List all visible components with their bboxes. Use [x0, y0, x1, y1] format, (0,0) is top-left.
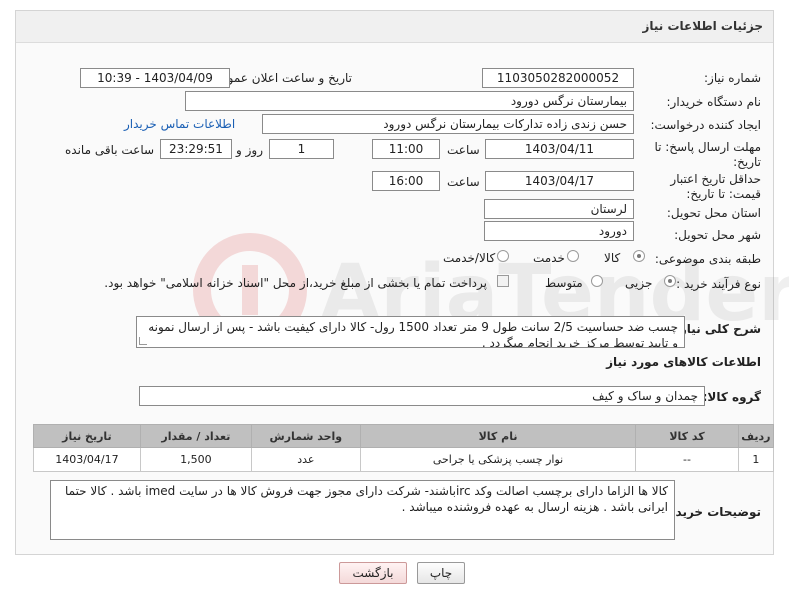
contact-info-link[interactable]: اطلاعات تماس خریدار [124, 117, 235, 131]
category-label: طبقه بندی موضوعی: [654, 252, 761, 266]
process-label: نوع فرآیند خرید : [676, 277, 761, 291]
resize-grip-icon[interactable] [139, 337, 147, 345]
cell-name: نوار چسب پزشکی یا جراحی [359, 447, 637, 472]
goods-group-label: گروه کالا: [702, 390, 761, 404]
description-text: چسب ضد حساسیت 2/5 سانت طول 9 متر تعداد 1… [148, 320, 678, 348]
col-code-header: کد کالا [635, 424, 739, 448]
category-both-label: کالا/خدمت [443, 251, 496, 265]
remaining-label: ساعت باقی مانده [65, 143, 155, 157]
items-table: ردیف کد کالا نام کالا واحد شمارش تعداد /… [33, 424, 775, 472]
buyer-org-label: نام دستگاه خریدار: [666, 95, 762, 109]
cell-qty: 1,500 [139, 447, 252, 472]
city-label: شهر محل تحویل: [674, 228, 761, 242]
back-button[interactable]: بازگشت [339, 562, 407, 584]
goods-group-field[interactable]: چمدان و ساک و کیف [139, 386, 705, 406]
price-validity-label: حداقل تاریخ اعتبار قیمت: تا تاریخ: [670, 172, 761, 201]
treasury-payment-note: پرداخت تمام یا بخشی از مبلغ خرید،از محل … [104, 276, 487, 290]
days-and-label: روز و [236, 143, 263, 157]
category-service-label: خدمت [533, 251, 565, 265]
city-field[interactable]: دورود [484, 221, 634, 241]
cell-row: 1 [737, 447, 775, 472]
table-header-row: ردیف کد کالا نام کالا واحد شمارش تعداد /… [33, 424, 775, 448]
validity-time-label: ساعت [447, 175, 480, 189]
validity-time-field[interactable]: 16:00 [372, 171, 440, 191]
cell-date: 1403/04/17 [33, 447, 141, 472]
category-service-radio[interactable] [567, 250, 579, 262]
goods-section-title: اطلاعات کالاهای مورد نیاز [606, 355, 761, 369]
need-number-field[interactable]: 1103050282000052 [482, 68, 634, 88]
validity-date-field[interactable]: 1403/04/17 [485, 171, 634, 191]
print-button[interactable]: چاپ [417, 562, 465, 584]
process-medium-radio[interactable] [591, 275, 603, 287]
category-both-radio[interactable] [497, 250, 509, 262]
col-date-header: تاریخ نیاز [33, 424, 141, 448]
description-textarea[interactable]: چسب ضد حساسیت 2/5 سانت طول 9 متر تعداد 1… [136, 316, 685, 348]
buyer-notes-textarea[interactable]: کالا ها الزاما دارای برچسب اصالت وکد irc… [50, 480, 675, 540]
category-goods-label: کالا [604, 251, 621, 265]
treasury-payment-checkbox[interactable] [497, 275, 509, 287]
col-qty-header: تعداد / مقدار [139, 424, 252, 448]
reply-time-field[interactable]: 11:00 [372, 139, 440, 159]
reply-date-field[interactable]: 1403/04/11 [485, 139, 634, 159]
announce-field[interactable]: 1403/04/09 - 10:39 [80, 68, 230, 88]
requester-label: ایجاد کننده درخواست: [650, 118, 761, 132]
reply-deadline-label: مهلت ارسال پاسخ: تا تاریخ: [654, 140, 761, 169]
panel-title: جزئیات اطلاعات نیاز [16, 11, 773, 43]
buyer-notes-text: کالا ها الزاما دارای برچسب اصالت وکد irc… [64, 484, 668, 514]
reply-time-label: ساعت [447, 143, 480, 157]
col-unit-header: واحد شمارش [250, 424, 361, 448]
province-field[interactable]: لرستان [484, 199, 634, 219]
col-name-header: نام کالا [359, 424, 637, 448]
category-goods-radio[interactable] [633, 250, 645, 262]
description-label: شرح کلی نیاز: [675, 322, 761, 336]
province-label: استان محل تحویل: [666, 206, 761, 220]
requester-field[interactable]: حسن زندی زاده تدارکات بیمارستان نرگس دور… [262, 114, 634, 134]
table-row[interactable]: 1 -- نوار چسب پزشکی یا جراحی عدد 1,500 1… [33, 447, 775, 472]
remaining-time-field[interactable]: 23:29:51 [160, 139, 232, 159]
process-medium-label: متوسط [545, 276, 583, 290]
process-minor-radio[interactable] [664, 275, 676, 287]
cell-code: -- [635, 447, 739, 472]
days-field[interactable]: 1 [269, 139, 334, 159]
col-row-header: ردیف [737, 424, 775, 448]
need-number-label: شماره نیاز: [704, 71, 761, 85]
buyer-org-field[interactable]: بیمارستان نرگس دورود [185, 91, 634, 111]
cell-unit: عدد [250, 447, 361, 472]
process-minor-label: جزیی [625, 276, 653, 290]
